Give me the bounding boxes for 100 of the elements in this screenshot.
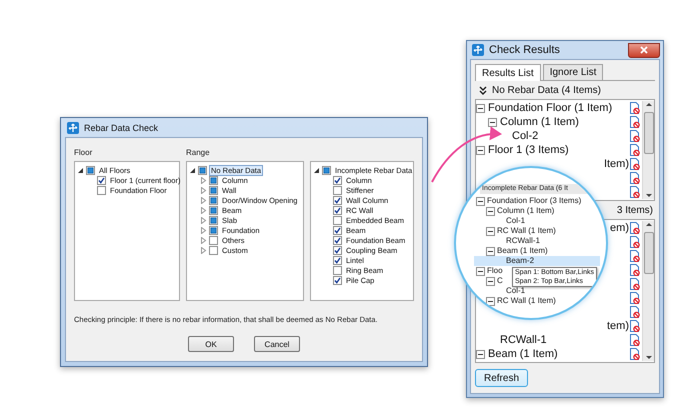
collapse-icon[interactable] — [313, 166, 320, 174]
collapse-icon[interactable] — [486, 296, 495, 306]
expand-icon[interactable] — [200, 206, 207, 214]
collapse-icon[interactable] — [476, 196, 485, 206]
tree-item[interactable]: RCWall-1 — [500, 334, 547, 346]
document-blocked-icon[interactable] — [629, 116, 640, 128]
expand-icon[interactable] — [200, 216, 207, 224]
document-blocked-icon[interactable] — [629, 334, 640, 346]
document-blocked-icon[interactable] — [629, 320, 640, 332]
checkbox[interactable] — [97, 176, 106, 184]
collapse-icon[interactable] — [189, 166, 196, 174]
expand-icon[interactable] — [200, 176, 207, 184]
document-blocked-icon[interactable] — [629, 306, 640, 318]
tree-item[interactable]: Col-1 — [506, 216, 526, 226]
checkbox[interactable] — [209, 206, 218, 214]
expand-icon[interactable] — [200, 236, 207, 244]
tree-item[interactable]: tem) — [607, 320, 629, 332]
tree-item[interactable]: Floor 1 (3 Items) — [488, 144, 569, 156]
checkbox[interactable] — [209, 226, 218, 234]
checkbox[interactable] — [333, 216, 342, 224]
document-blocked-icon[interactable] — [629, 222, 640, 234]
expand-icon[interactable] — [200, 246, 207, 254]
document-blocked-icon[interactable] — [629, 348, 640, 360]
cancel-button[interactable]: Cancel — [254, 336, 300, 352]
tab[interactable]: Results List — [475, 64, 541, 81]
tree-item[interactable]: C — [497, 276, 503, 286]
checkbox[interactable] — [333, 176, 342, 184]
group-label: Range — [186, 148, 210, 159]
checkbox[interactable] — [333, 246, 342, 254]
checkbox[interactable] — [333, 226, 342, 234]
window-title: Check Results — [489, 44, 560, 56]
collapse-icon[interactable] — [476, 350, 485, 358]
checkbox[interactable] — [86, 166, 95, 174]
collapse-icon[interactable] — [486, 226, 495, 236]
tree-item[interactable]: RC Wall (1 Item) — [497, 226, 556, 236]
checkbox[interactable] — [209, 236, 218, 244]
collapse-icon[interactable] — [488, 118, 497, 126]
document-blocked-icon[interactable] — [629, 186, 640, 198]
checkbox[interactable] — [333, 276, 342, 284]
collapse-icon[interactable] — [77, 166, 84, 174]
checkbox[interactable] — [333, 186, 342, 194]
tree-item[interactable]: Foundation Floor (3 Items) — [487, 196, 582, 206]
document-blocked-icon[interactable] — [629, 264, 640, 276]
document-blocked-icon[interactable] — [629, 278, 640, 290]
checkbox[interactable] — [333, 196, 342, 204]
scrollbar[interactable] — [642, 101, 654, 199]
document-blocked-icon[interactable] — [629, 250, 640, 262]
selected-row[interactable]: Beam-2 — [474, 256, 600, 266]
app-icon — [472, 44, 484, 56]
collapse-icon[interactable] — [486, 276, 495, 286]
close-button[interactable] — [628, 42, 660, 58]
scrollbar[interactable] — [642, 221, 654, 361]
collapse-icon[interactable] — [476, 146, 485, 154]
close-icon — [640, 46, 648, 54]
document-blocked-icon[interactable] — [629, 172, 640, 184]
tree-item[interactable]: RCWall-1 — [506, 236, 540, 246]
expand-icon[interactable] — [200, 226, 207, 234]
tree-item[interactable]: Column (1 Item) — [500, 116, 579, 128]
tree-item[interactable]: Foundation Floor (1 Item) — [488, 102, 612, 114]
tree-item[interactable]: Beam (1 Item) — [497, 246, 548, 256]
collapse-icon[interactable] — [476, 266, 485, 276]
checkbox[interactable] — [333, 206, 342, 214]
ok-button[interactable]: OK — [188, 336, 234, 352]
tree-item[interactable]: Column (1 Item) — [497, 206, 554, 216]
document-blocked-icon[interactable] — [629, 158, 640, 170]
window-title: Rebar Data Check — [84, 122, 158, 132]
document-blocked-icon[interactable] — [629, 236, 640, 248]
checkbox[interactable] — [198, 166, 207, 174]
checkbox[interactable] — [333, 266, 342, 274]
checkbox[interactable] — [333, 256, 342, 264]
document-blocked-icon[interactable] — [629, 292, 640, 304]
refresh-button[interactable]: Refresh — [475, 369, 528, 387]
checkbox[interactable] — [97, 186, 106, 194]
checkbox[interactable] — [322, 166, 331, 174]
expand-icon[interactable] — [200, 186, 207, 194]
tree-item[interactable]: Floo — [487, 266, 503, 276]
collapse-icon[interactable] — [476, 104, 485, 112]
document-blocked-icon[interactable] — [629, 102, 640, 114]
tree-item[interactable]: em) — [610, 222, 629, 234]
checkbox[interactable] — [209, 196, 218, 204]
collapse-icon[interactable] — [486, 206, 495, 216]
checkbox[interactable] — [209, 216, 218, 224]
double-chevron-icon[interactable] — [479, 86, 487, 94]
tree-item[interactable]: Col-2 — [512, 130, 538, 142]
document-blocked-icon[interactable] — [629, 144, 640, 156]
tree-item[interactable]: Beam-2 — [506, 256, 534, 266]
tree-item[interactable]: Col-1 — [506, 286, 526, 296]
expand-icon[interactable] — [200, 196, 207, 204]
section-header: 3 Items) — [616, 204, 653, 216]
tab[interactable]: Ignore List — [542, 64, 604, 80]
checkbox[interactable] — [209, 176, 218, 184]
checkbox[interactable] — [209, 246, 218, 254]
tree-item[interactable]: Item) — [604, 158, 629, 170]
tree-item[interactable]: Beam (1 Item) — [488, 348, 558, 360]
group-label: Floor — [74, 148, 94, 159]
checkbox[interactable] — [333, 236, 342, 244]
document-blocked-icon[interactable] — [629, 130, 640, 142]
tree-item[interactable]: RC Wall (1 Item) — [497, 296, 556, 306]
collapse-icon[interactable] — [486, 246, 495, 256]
checkbox[interactable] — [209, 186, 218, 194]
